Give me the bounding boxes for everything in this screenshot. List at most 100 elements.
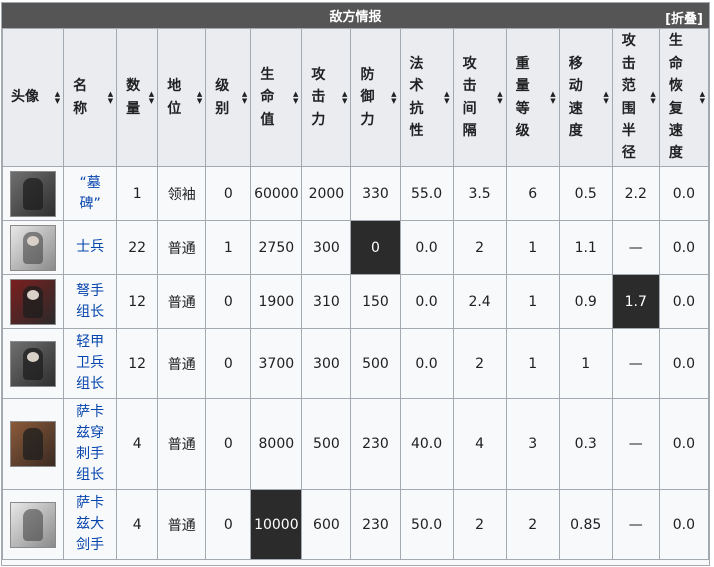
range-cell: — bbox=[611, 220, 660, 275]
atk-cell: 300 bbox=[301, 328, 352, 399]
enemy-name-link[interactable]: 弩手组长 bbox=[75, 281, 104, 323]
col-header-def[interactable]: 防御力 ▲ ▼ bbox=[350, 28, 401, 167]
hp-cell: 8000 bbox=[250, 398, 303, 490]
atk-cell: 500 bbox=[301, 398, 352, 490]
regen-cell: 0.0 bbox=[658, 274, 710, 329]
collapse-toggle[interactable]: [折叠] bbox=[665, 8, 703, 27]
sort-icon[interactable]: ▲ ▼ bbox=[149, 90, 154, 105]
weight-cell: 1 bbox=[505, 328, 560, 399]
crossbow-leader-avatar[interactable] bbox=[10, 278, 57, 325]
interval-cell: 2.4 bbox=[452, 274, 507, 329]
enemy-name-link[interactable]: 萨卡兹穿刺手组长 bbox=[75, 402, 104, 486]
sort-icon[interactable]: ▲ ▼ bbox=[550, 90, 555, 105]
sort-icon[interactable]: ▲ ▼ bbox=[700, 90, 705, 105]
level-cell: 0 bbox=[205, 328, 252, 399]
sort-icon[interactable]: ▲ ▼ bbox=[342, 90, 347, 105]
table-row: 萨卡兹大剑手 4 普通 0 10000 600 230 50.0 2 2 0.8… bbox=[1, 489, 710, 560]
col-header-name[interactable]: 名称 ▲ ▼ bbox=[63, 28, 118, 167]
panel-title-bar: 敌方情报 [折叠] bbox=[2, 3, 709, 28]
status-cell: 普通 bbox=[157, 489, 207, 560]
res-cell: 40.0 bbox=[399, 398, 454, 490]
table-row: 士兵 22 普通 1 2750 300 0 0.0 2 1 1.1 — 0.0 bbox=[1, 220, 710, 275]
hp-cell: 2750 bbox=[250, 220, 303, 275]
def-cell: 230 bbox=[350, 398, 401, 490]
weight-cell: 1 bbox=[505, 274, 560, 329]
table-row: 弩手组长 12 普通 0 1900 310 150 0.0 2.4 1 0.9 … bbox=[1, 274, 710, 329]
count-cell: 4 bbox=[116, 489, 159, 560]
weight-cell: 6 bbox=[505, 166, 560, 221]
range-cell: — bbox=[611, 328, 660, 399]
res-cell: 50.0 bbox=[399, 489, 454, 560]
regen-cell: 0.0 bbox=[658, 220, 710, 275]
count-cell: 1 bbox=[116, 166, 159, 221]
def-cell: 330 bbox=[350, 166, 401, 221]
grave-boss-avatar[interactable] bbox=[10, 170, 57, 217]
sort-icon[interactable]: ▲ ▼ bbox=[108, 90, 113, 105]
panel-title: 敌方情报 bbox=[329, 10, 382, 25]
enemy-info-panel: 敌方情报 [折叠] 头像 ▲ ▼ 名称 ▲ ▼ 数量 ▲ ▼ 地位 ▲ ▼ 级别 ▲ ▼ 生命值 ▲ ▼… bbox=[1, 2, 710, 566]
sort-icon[interactable]: ▲ ▼ bbox=[197, 90, 202, 105]
interval-cell: 2 bbox=[452, 328, 507, 399]
col-header-avatar[interactable]: 头像 ▲ ▼ bbox=[1, 28, 65, 167]
weight-cell: 3 bbox=[505, 398, 560, 490]
light-guard-leader-avatar[interactable] bbox=[10, 340, 57, 387]
count-cell: 12 bbox=[116, 274, 159, 329]
col-header-regen[interactable]: 生命恢复速度 ▲ ▼ bbox=[658, 28, 710, 167]
col-header-count[interactable]: 数量 ▲ ▼ bbox=[116, 28, 159, 167]
col-header-atk[interactable]: 攻击力 ▲ ▼ bbox=[301, 28, 352, 167]
table-row: “墓碑” 1 领袖 0 60000 2000 330 55.0 3.5 6 0.… bbox=[1, 166, 710, 221]
interval-cell: 3.5 bbox=[452, 166, 507, 221]
enemy-name-link[interactable]: “墓碑” bbox=[75, 173, 104, 215]
regen-cell: 0.0 bbox=[658, 489, 710, 560]
atk-cell: 300 bbox=[301, 220, 352, 275]
range-cell: 2.2 bbox=[611, 166, 660, 221]
enemy-name-link[interactable]: 轻甲卫兵组长 bbox=[75, 332, 104, 395]
count-cell: 12 bbox=[116, 328, 159, 399]
speed-cell: 0.3 bbox=[558, 398, 613, 490]
speed-cell: 0.9 bbox=[558, 274, 613, 329]
sarkaz-greatswordsman-avatar[interactable] bbox=[10, 501, 57, 548]
sort-icon[interactable]: ▲ ▼ bbox=[650, 90, 655, 105]
sort-icon[interactable]: ▲ ▼ bbox=[444, 90, 449, 105]
col-header-weight[interactable]: 重量等级 ▲ ▼ bbox=[505, 28, 560, 167]
col-header-status[interactable]: 地位 ▲ ▼ bbox=[157, 28, 207, 167]
speed-cell: 0.85 bbox=[558, 489, 613, 560]
level-cell: 0 bbox=[205, 274, 252, 329]
regen-cell: 0.0 bbox=[658, 166, 710, 221]
col-header-level[interactable]: 级别 ▲ ▼ bbox=[205, 28, 252, 167]
level-cell: 0 bbox=[205, 489, 252, 560]
def-cell: 500 bbox=[350, 328, 401, 399]
sort-icon[interactable]: ▲ ▼ bbox=[293, 90, 298, 105]
enemy-name-link[interactable]: 萨卡兹大剑手 bbox=[75, 493, 104, 556]
col-header-res[interactable]: 法术抗性 ▲ ▼ bbox=[399, 28, 454, 167]
range-cell-highlighted: 1.7 bbox=[611, 274, 660, 329]
sort-icon[interactable]: ▲ ▼ bbox=[497, 90, 502, 105]
sarkaz-piercer-leader-avatar[interactable] bbox=[10, 421, 57, 467]
hp-cell-highlighted: 10000 bbox=[250, 489, 303, 560]
interval-cell: 4 bbox=[452, 398, 507, 490]
enemy-name-link[interactable]: 士兵 bbox=[75, 237, 104, 258]
hp-cell: 1900 bbox=[250, 274, 303, 329]
col-header-speed[interactable]: 移动速度 ▲ ▼ bbox=[558, 28, 613, 167]
col-header-interval[interactable]: 攻击间隔 ▲ ▼ bbox=[452, 28, 507, 167]
status-cell: 领袖 bbox=[157, 166, 207, 221]
status-cell: 普通 bbox=[157, 398, 207, 490]
sort-icon[interactable]: ▲ ▼ bbox=[55, 90, 60, 105]
speed-cell: 1 bbox=[558, 328, 613, 399]
speed-cell: 1.1 bbox=[558, 220, 613, 275]
interval-cell: 2 bbox=[452, 489, 507, 560]
atk-cell: 2000 bbox=[301, 166, 352, 221]
enemy-table: 头像 ▲ ▼ 名称 ▲ ▼ 数量 ▲ ▼ 地位 ▲ ▼ 级别 ▲ ▼ 生命值 ▲ ▼ 攻击力 ▲ ▼ 防御力… bbox=[1, 28, 710, 560]
sort-icon[interactable]: ▲ ▼ bbox=[391, 90, 396, 105]
res-cell: 0.0 bbox=[399, 220, 454, 275]
col-header-hp[interactable]: 生命值 ▲ ▼ bbox=[250, 28, 303, 167]
sort-icon[interactable]: ▲ ▼ bbox=[603, 90, 608, 105]
range-cell: — bbox=[611, 398, 660, 490]
soldier-avatar[interactable] bbox=[10, 224, 57, 271]
table-row: 萨卡兹穿刺手组长 4 普通 0 8000 500 230 40.0 4 3 0.… bbox=[1, 398, 710, 490]
col-header-range[interactable]: 攻击范围半径 ▲ ▼ bbox=[611, 28, 660, 167]
sort-icon[interactable]: ▲ ▼ bbox=[242, 90, 247, 105]
range-cell: — bbox=[611, 489, 660, 560]
def-cell: 230 bbox=[350, 489, 401, 560]
hp-cell: 60000 bbox=[250, 166, 303, 221]
